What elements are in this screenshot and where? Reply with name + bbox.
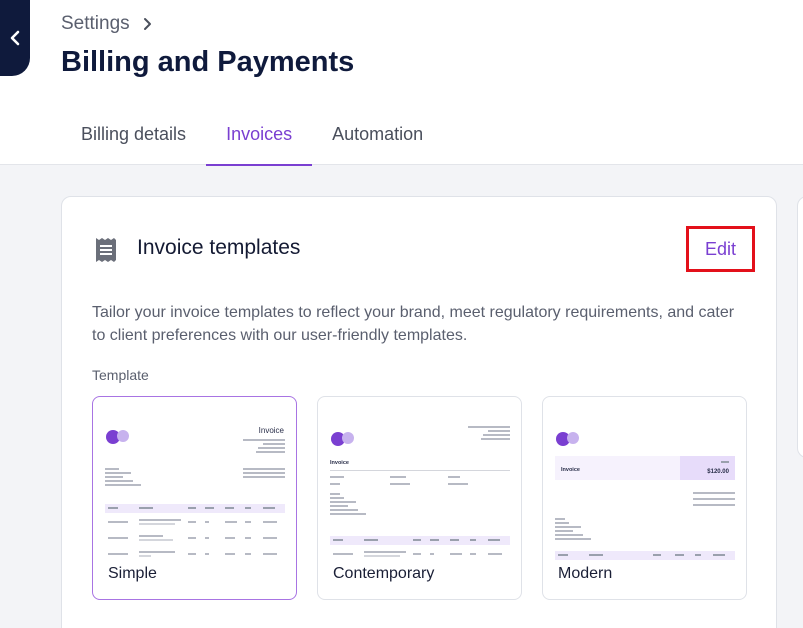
tab-billing-details[interactable]: Billing details: [61, 105, 206, 165]
top-header: Settings Billing and Payments Billing de…: [0, 0, 803, 166]
template-name: Simple: [108, 565, 157, 582]
template-name: Modern: [558, 565, 613, 582]
edit-button[interactable]: Edit: [705, 239, 736, 260]
preview-total: $120.00: [707, 469, 729, 475]
template-contemporary[interactable]: Invoice Contemporary: [317, 396, 522, 600]
tab-automation[interactable]: Automation: [312, 105, 443, 165]
edit-highlight: Edit: [686, 226, 755, 272]
template-modern[interactable]: Invoice $120.00 Modern: [542, 396, 747, 600]
preview-heading: Invoice: [330, 460, 349, 466]
chevron-left-icon: [10, 30, 20, 46]
template-preview: Invoice: [105, 426, 285, 557]
invoice-templates-card: Invoice templates Edit Tailor your invoi…: [61, 196, 777, 628]
tab-invoices[interactable]: Invoices: [206, 105, 313, 166]
breadcrumb: Settings: [61, 13, 152, 35]
template-label: Template: [92, 367, 149, 383]
card-description: Tailor your invoice templates to reflect…: [92, 304, 735, 344]
preview-heading: Invoice: [259, 426, 285, 435]
breadcrumb-settings-link[interactable]: Settings: [61, 13, 130, 35]
preview-heading: Invoice: [561, 467, 580, 473]
tab-bar: Billing details Invoices Automation: [61, 105, 443, 166]
receipt-icon: [96, 238, 116, 262]
template-name: Contemporary: [333, 565, 435, 582]
template-preview: Invoice: [330, 426, 510, 557]
page-title: Billing and Payments: [61, 46, 355, 78]
template-simple[interactable]: Invoice Simple: [92, 396, 297, 600]
back-button[interactable]: [0, 0, 30, 76]
chevron-right-icon: [143, 18, 151, 30]
template-preview: Invoice $120.00: [555, 432, 735, 560]
card-title: Invoice templates: [137, 236, 301, 259]
adjacent-card: [797, 196, 803, 458]
